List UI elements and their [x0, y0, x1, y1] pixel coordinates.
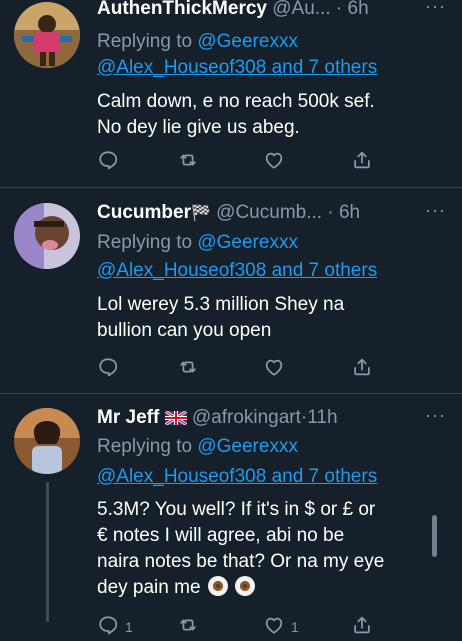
tweet-text-line: € notes I will agree, abi no be: [97, 525, 345, 546]
replying-to: Replying to @Geerexxx: [97, 230, 298, 256]
reply-icon: [97, 149, 119, 176]
reply-icon: [97, 614, 119, 641]
heart-icon: [263, 149, 285, 176]
replying-to-others-link[interactable]: @Alex_Houseof308 and 7 others: [97, 55, 377, 81]
like-count: 1: [291, 619, 299, 635]
tweet-actions: [97, 150, 447, 174]
dot-separator: ·: [335, 0, 343, 19]
replying-to-label: Replying to: [97, 436, 193, 457]
timestamp[interactable]: 6h: [348, 0, 369, 19]
replying-to-others-link[interactable]: @Alex_Houseof308 and 7 others: [97, 258, 377, 284]
tweet-actions: [97, 357, 447, 381]
retweet-button[interactable]: [177, 357, 199, 381]
more-options-icon[interactable]: ···: [425, 200, 446, 221]
tweet-1[interactable]: AuthenThickMercy @Au... · 6h ··· Replyin…: [0, 0, 462, 186]
tweet-text-line: Calm down, e no reach 500k sef.: [97, 91, 375, 112]
user-handle[interactable]: @Au...: [272, 0, 330, 19]
tweet-text-line: dey pain me: [97, 575, 440, 601]
dot-separator: ·: [327, 202, 334, 223]
tweet-actions: 1 1: [97, 615, 447, 639]
heart-icon: [263, 356, 285, 383]
avatar[interactable]: [14, 203, 80, 269]
avatar[interactable]: [14, 408, 80, 474]
tweet-text-line: naira notes be that? Or na my eye: [97, 551, 385, 572]
replying-to-user-link[interactable]: @Geerexxx: [197, 232, 298, 253]
reply-count: 1: [125, 619, 133, 635]
uk-flag-icon: [163, 407, 188, 433]
scrollbar[interactable]: [432, 515, 437, 557]
display-name[interactable]: AuthenThickMercy: [97, 0, 267, 19]
replying-to: Replying to @Geerexxx: [97, 434, 298, 460]
share-icon: [351, 149, 373, 176]
share-button[interactable]: [351, 150, 373, 174]
like-button[interactable]: 1: [263, 615, 299, 639]
reply-button[interactable]: [97, 357, 119, 381]
display-name[interactable]: Cucumber: [97, 202, 191, 223]
chequered-flag-emoji: 🏁: [190, 205, 211, 222]
replying-to: Replying to @Geerexxx: [97, 29, 298, 55]
retweet-button[interactable]: [177, 615, 199, 639]
reply-icon: [97, 356, 119, 383]
replying-to-others-link[interactable]: @Alex_Houseof308 and 7 others: [97, 464, 377, 490]
retweet-icon: [177, 614, 199, 641]
more-options-icon[interactable]: ···: [425, 0, 446, 17]
share-icon: [351, 356, 373, 383]
avatar[interactable]: [14, 2, 80, 68]
tweet-text-line: No dey lie give us abeg.: [97, 117, 300, 138]
reply-button[interactable]: 1: [97, 615, 133, 639]
retweet-icon: [177, 149, 199, 176]
eye-emoji: [235, 576, 256, 596]
heart-icon: [263, 614, 285, 641]
more-options-icon[interactable]: ···: [425, 405, 446, 426]
display-name[interactable]: Mr Jeff: [97, 407, 159, 428]
eye-emoji: [207, 576, 228, 596]
share-icon: [351, 614, 373, 641]
timestamp[interactable]: 11h: [307, 407, 337, 428]
tweet-text-line: bullion can you open: [97, 320, 272, 341]
tweet-text: Calm down, e no reach 500k sef. No dey l…: [97, 89, 440, 141]
tweet-header: Mr Jeff @afrokingart·11h: [97, 405, 462, 431]
tweet-header: AuthenThickMercy @Au... · 6h: [97, 0, 462, 22]
tweet-2[interactable]: Cucumber🏁 @Cucumb... · 6h ··· Replying t…: [0, 188, 462, 392]
retweet-icon: [177, 356, 199, 383]
share-button[interactable]: [351, 615, 373, 639]
user-handle[interactable]: @afrokingart: [192, 407, 301, 428]
timestamp[interactable]: 6h: [339, 202, 360, 223]
tweet-text-line: 5.3M? You well? If it's in $ or £ or: [97, 499, 376, 520]
reply-button[interactable]: [97, 150, 119, 174]
replying-to-label: Replying to: [97, 232, 193, 253]
replying-to-user-link[interactable]: @Geerexxx: [197, 436, 298, 457]
tweet-text: Lol werey 5.3 million Shey na bullion ca…: [97, 292, 440, 344]
like-button[interactable]: [263, 150, 285, 174]
tweet-3[interactable]: Mr Jeff @afrokingart·11h ··· Replying to…: [0, 394, 462, 636]
share-button[interactable]: [351, 357, 373, 381]
like-button[interactable]: [263, 357, 285, 381]
tweet-header: Cucumber🏁 @Cucumb... · 6h: [97, 200, 462, 226]
tweet-text: 5.3M? You well? If it's in $ or £ or € n…: [97, 497, 440, 601]
replying-to-user-link[interactable]: @Geerexxx: [197, 31, 298, 52]
tweet-text-segment: dey pain me: [97, 577, 201, 598]
replying-to-label: Replying to: [97, 31, 193, 52]
tweet-text-line: Lol werey 5.3 million Shey na: [97, 294, 345, 315]
retweet-button[interactable]: [177, 150, 199, 174]
user-handle[interactable]: @Cucumb...: [216, 202, 322, 223]
